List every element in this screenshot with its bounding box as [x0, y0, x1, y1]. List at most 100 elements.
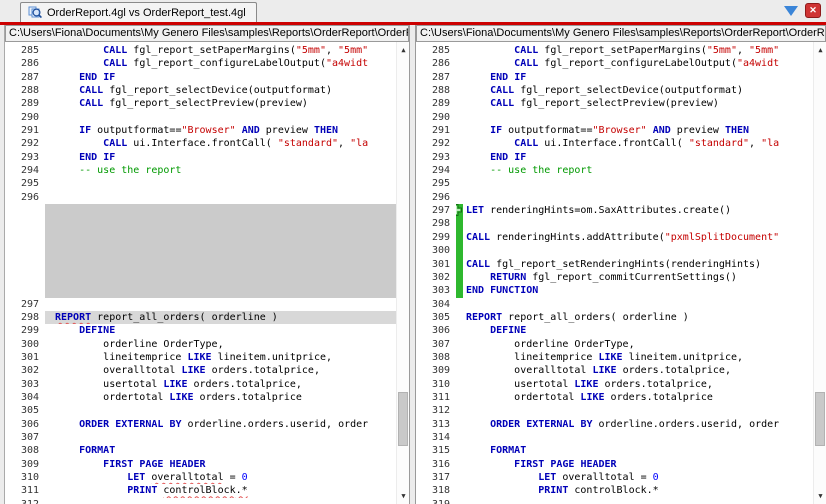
vertical-scrollbar-right[interactable]: ▲ ▼ — [813, 42, 826, 504]
code-text[interactable]: lineitemprice LIKE lineitem.unitprice, — [456, 351, 813, 364]
code-line[interactable]: 308 lineitemprice LIKE lineitem.unitpric… — [416, 351, 813, 364]
code-text[interactable] — [456, 431, 813, 444]
code-text[interactable]: CALL fgl_report_configureLabelOutput("a4… — [456, 57, 813, 70]
code-line[interactable]: 308 FORMAT — [5, 444, 396, 457]
code-text[interactable]: LET overalltotal = 0 — [45, 471, 396, 484]
code-line[interactable]: 298 REPORT report_all_orders( orderline ) — [5, 310, 396, 325]
code-text[interactable] — [456, 111, 813, 124]
code-line[interactable]: 306 ORDER EXTERNAL BY orderline.orders.u… — [5, 418, 396, 431]
pane-divider[interactable] — [409, 25, 416, 504]
code-text[interactable]: DEFINE — [456, 324, 813, 337]
vertical-scrollbar-left[interactable]: ▲ ▼ — [396, 42, 409, 504]
code-text[interactable]: END IF — [45, 151, 396, 164]
code-line[interactable]: 318 PRINT controlBlock.* — [416, 484, 813, 497]
code-line[interactable]: 304 — [416, 298, 813, 311]
code-line[interactable]: 309 overalltotal LIKE orders.totalprice, — [416, 364, 813, 377]
code-line[interactable]: 294 -- use the report — [5, 164, 396, 177]
code-text[interactable]: END IF — [45, 71, 396, 84]
code-text[interactable] — [45, 270, 396, 285]
removed-placeholder-row[interactable] — [5, 204, 396, 218]
code-text[interactable]: CALL ui.Interface.frontCall( "standard",… — [456, 137, 813, 150]
removed-placeholder-row[interactable] — [5, 270, 396, 285]
code-line[interactable]: 303 usertotal LIKE orders.totalprice, — [5, 378, 396, 391]
code-line[interactable]: 314 — [416, 431, 813, 444]
removed-placeholder-row[interactable] — [5, 217, 396, 231]
code-text[interactable] — [45, 177, 396, 190]
code-text[interactable]: RETURN fgl_report_commitCurrentSettings(… — [456, 270, 813, 285]
code-line[interactable]: 299 CALL renderingHints.addAttribute("pxm… — [416, 230, 813, 245]
code-line[interactable]: 299 DEFINE — [5, 324, 396, 337]
code-line[interactable]: 286 CALL fgl_report_configureLabelOutput… — [5, 57, 396, 70]
code-text[interactable] — [45, 431, 396, 444]
code-text[interactable]: CALL ui.Interface.frontCall( "standard",… — [45, 137, 396, 150]
removed-placeholder-row[interactable] — [5, 257, 396, 271]
code-line[interactable]: 311 PRINT controlBlock.* — [5, 484, 396, 497]
code-line[interactable]: 285 CALL fgl_report_setPaperMargins("5mm… — [416, 44, 813, 57]
code-line[interactable]: 307 — [5, 431, 396, 444]
code-line[interactable]: 306 DEFINE — [416, 324, 813, 337]
code-line[interactable]: 285 CALL fgl_report_setPaperMargins("5mm… — [5, 44, 396, 57]
code-text[interactable]: orderline OrderType, — [45, 338, 396, 351]
code-line[interactable]: 296 — [416, 191, 813, 204]
scroll-thumb[interactable] — [398, 392, 408, 446]
code-text[interactable]: FORMAT — [45, 444, 396, 457]
code-pane-right[interactable]: 285 CALL fgl_report_setPaperMargins("5mm… — [416, 42, 826, 504]
scroll-thumb[interactable] — [815, 392, 825, 446]
code-text[interactable] — [45, 298, 396, 311]
code-text[interactable] — [456, 298, 813, 311]
code-text[interactable]: ordertotal LIKE orders.totalprice — [456, 391, 813, 404]
code-text[interactable] — [45, 191, 396, 204]
code-line[interactable]: 302 overalltotal LIKE orders.totalprice, — [5, 364, 396, 377]
code-text[interactable]: END IF — [456, 151, 813, 164]
code-text[interactable] — [456, 244, 813, 258]
code-line[interactable]: 296 — [5, 191, 396, 204]
code-line[interactable]: 290 — [5, 111, 396, 124]
scroll-up-button[interactable]: ▲ — [814, 44, 826, 56]
code-text[interactable]: FIRST PAGE HEADER — [45, 458, 396, 471]
close-button[interactable]: ✕ — [805, 3, 821, 18]
code-line[interactable]: 312 — [416, 404, 813, 417]
code-text[interactable] — [45, 498, 396, 504]
code-text[interactable]: orderline OrderType, — [456, 338, 813, 351]
code-line[interactable]: 286 CALL fgl_report_configureLabelOutput… — [416, 57, 813, 70]
code-line[interactable]: 298 — [416, 217, 813, 231]
code-line[interactable]: 302 RETURN fgl_report_commitCurrentSetti… — [416, 270, 813, 285]
code-line[interactable]: 297 LET renderingHints=om.SaxAttributes.c… — [416, 204, 813, 218]
code-line[interactable]: 292 CALL ui.Interface.frontCall( "standa… — [416, 137, 813, 150]
code-line[interactable]: 287 END IF — [5, 71, 396, 84]
code-text[interactable]: lineitemprice LIKE lineitem.unitprice, — [45, 351, 396, 364]
code-line[interactable]: 289 CALL fgl_report_selectPreview(previe… — [5, 97, 396, 110]
code-text[interactable]: ORDER EXTERNAL BY orderline.orders.useri… — [456, 418, 813, 431]
code-text[interactable]: usertotal LIKE orders.totalprice, — [456, 378, 813, 391]
code-text[interactable]: ordertotal LIKE orders.totalprice — [45, 391, 396, 404]
code-text[interactable]: LET renderingHints=om.SaxAttributes.crea… — [456, 204, 813, 218]
code-text[interactable] — [456, 217, 813, 231]
code-line[interactable]: 310 LET overalltotal = 0 — [5, 471, 396, 484]
code-text[interactable]: -- use the report — [45, 164, 396, 177]
code-line[interactable]: 287 END IF — [416, 71, 813, 84]
code-text[interactable]: PRINT controlBlock.* — [45, 484, 396, 497]
code-text[interactable]: FORMAT — [456, 444, 813, 457]
code-line[interactable]: 291 IF outputformat=="Browser" AND previ… — [416, 124, 813, 137]
code-line[interactable]: 301 CALL fgl_report_setRenderingHints(ren… — [416, 257, 813, 271]
code-text[interactable] — [45, 257, 396, 271]
diff-tab[interactable]: OrderReport.4gl vs OrderReport_test.4gl — [20, 2, 257, 22]
code-text[interactable]: LET overalltotal = 0 — [456, 471, 813, 484]
removed-placeholder-row[interactable] — [5, 284, 396, 298]
code-line[interactable]: 295 — [416, 177, 813, 190]
code-text[interactable]: IF outputformat=="Browser" AND preview T… — [45, 124, 396, 137]
code-line[interactable]: 291 IF outputformat=="Browser" AND previ… — [5, 124, 396, 137]
code-text[interactable] — [45, 244, 396, 258]
code-text[interactable] — [45, 230, 396, 245]
code-text[interactable]: END IF — [456, 71, 813, 84]
code-text[interactable]: CALL fgl_report_selectPreview(preview) — [45, 97, 396, 110]
code-text[interactable]: REPORT report_all_orders( orderline ) — [45, 310, 396, 325]
code-line[interactable]: 312 — [5, 498, 396, 504]
code-line[interactable]: 289 CALL fgl_report_selectPreview(previe… — [416, 97, 813, 110]
code-text[interactable]: IF outputformat=="Browser" AND preview T… — [456, 124, 813, 137]
code-text[interactable]: REPORT report_all_orders( orderline ) — [456, 311, 813, 324]
code-line[interactable]: 303 END FUNCTION — [416, 284, 813, 298]
code-line[interactable]: 293 END IF — [416, 151, 813, 164]
code-line[interactable]: 305 REPORT report_all_orders( orderline ) — [416, 311, 813, 324]
code-text[interactable]: overalltotal LIKE orders.totalprice, — [456, 364, 813, 377]
